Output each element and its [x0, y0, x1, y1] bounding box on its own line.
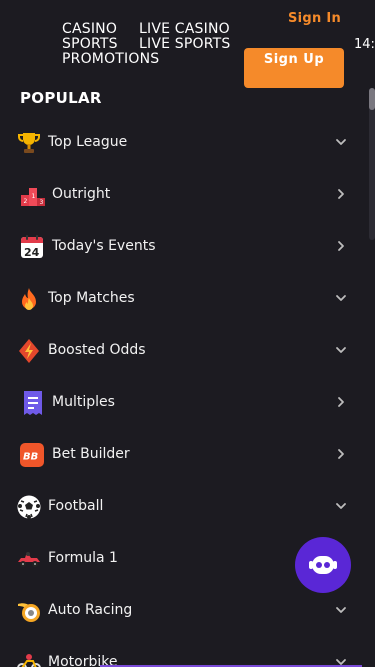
nav-row-1: CASINO LIVE CASINO: [62, 22, 242, 37]
chevron-right-icon: [338, 189, 344, 199]
calendar-icon: 24: [21, 235, 43, 259]
menu-item-label: Multiples: [52, 394, 115, 410]
section-title-popular: POPULAR: [20, 89, 102, 107]
lightning-icon: [19, 339, 39, 363]
svg-text:3: 3: [40, 199, 44, 206]
menu-item-label: Outright: [52, 186, 111, 202]
chat-bot-icon: [309, 556, 337, 574]
menu-item-label: Auto Racing: [48, 602, 133, 618]
football-icon: [17, 495, 41, 519]
menu-item-label: Bet Builder: [52, 446, 130, 462]
chevron-down-icon: [336, 295, 346, 301]
clock: 14:2: [354, 37, 375, 52]
menu-item-top-league[interactable]: Top League: [0, 117, 362, 169]
podium-icon: 2 1 3: [21, 188, 45, 206]
racing-wheel-icon: [18, 603, 40, 622]
bet-builder-icon: BB: [20, 443, 44, 467]
trophy-icon: [18, 133, 40, 153]
chevron-down-icon: [336, 607, 346, 613]
chat-button[interactable]: [295, 537, 351, 593]
menu-item-football[interactable]: Football: [0, 481, 362, 533]
menu-item-motorbike[interactable]: Motorbike: [0, 637, 362, 667]
menu-item-multiples[interactable]: Multiples: [0, 377, 362, 429]
svg-text:2: 2: [24, 198, 28, 205]
nav-row-2: SPORTS LIVE SPORTS: [62, 37, 242, 52]
menu-item-label: Boosted Odds: [48, 342, 146, 358]
menu-item-todays-events[interactable]: 24 Today's Events: [0, 221, 362, 273]
scrollbar-track[interactable]: [369, 88, 375, 240]
nav-row-3: PROMOTIONS: [62, 52, 242, 67]
bet-builder-badge: BB: [23, 452, 38, 463]
sign-up-button[interactable]: Sign Up: [244, 48, 344, 88]
nav-casino[interactable]: CASINO: [62, 22, 139, 37]
menu-item-outright[interactable]: 2 1 3 Outright: [0, 169, 362, 221]
menu-item-label: Football: [48, 498, 104, 514]
chevron-right-icon: [338, 397, 344, 407]
menu-item-label: Top Matches: [48, 290, 135, 306]
nav-sports[interactable]: SPORTS: [62, 37, 139, 52]
menu-item-label: Today's Events: [52, 238, 156, 254]
nav-promotions[interactable]: PROMOTIONS: [62, 52, 159, 67]
chevron-down-icon: [336, 347, 346, 353]
chevron-down-icon: [336, 139, 346, 145]
scrollbar-thumb[interactable]: [369, 88, 375, 110]
menu-item-top-matches[interactable]: Top Matches: [0, 273, 362, 325]
menu-item-label: Formula 1: [48, 550, 118, 566]
menu-item-label: Top League: [48, 134, 128, 150]
menu-item-bet-builder[interactable]: BB Bet Builder: [0, 429, 362, 481]
top-nav: CASINO LIVE CASINO SPORTS LIVE SPORTS PR…: [62, 22, 242, 67]
svg-text:1: 1: [32, 193, 36, 200]
chevron-right-icon: [338, 241, 344, 251]
sign-in-link[interactable]: Sign In: [288, 11, 341, 26]
chevron-down-icon: [336, 503, 346, 509]
race-car-icon: [18, 552, 40, 567]
chevron-right-icon: [338, 449, 344, 459]
nav-live-sports[interactable]: LIVE SPORTS: [139, 37, 231, 52]
fire-icon: [22, 288, 36, 310]
menu-item-boosted-odds[interactable]: Boosted Odds: [0, 325, 362, 377]
receipt-icon: [24, 391, 42, 415]
motorbike-icon: [17, 654, 41, 667]
svg-text:24: 24: [24, 246, 40, 259]
page: CASINO LIVE CASINO SPORTS LIVE SPORTS PR…: [0, 0, 375, 667]
nav-live-casino[interactable]: LIVE CASINO: [139, 22, 230, 37]
